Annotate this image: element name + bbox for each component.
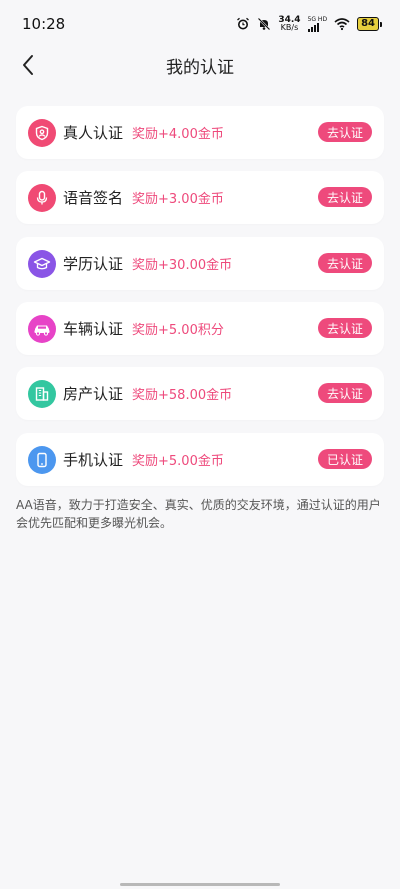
cert-name: 语音签名	[63, 189, 124, 207]
cert-item-vehicle[interactable]: 车辆认证 奖励+5.00积分 去认证	[16, 302, 384, 355]
certified-badge[interactable]: 已认证	[318, 449, 372, 469]
cert-name: 房产认证	[63, 385, 124, 403]
cellular-signal: 5G HD	[307, 16, 328, 32]
alarm-icon	[237, 17, 250, 30]
phone-icon	[28, 445, 56, 474]
cert-reward: 奖励+58.00金币	[132, 388, 233, 403]
cert-reward: 奖励+30.00金币	[132, 258, 233, 273]
nav-bar: 我的认证	[0, 45, 400, 85]
network-speed: 34.4 KB/s	[278, 16, 300, 32]
wifi-icon	[334, 18, 350, 31]
cert-reward: 奖励+5.00积分	[132, 323, 224, 338]
signal-bars-icon	[307, 23, 319, 32]
microphone-icon	[28, 183, 56, 212]
car-icon	[28, 314, 56, 343]
network-speed-unit: KB/s	[280, 23, 299, 32]
page-title: 我的认证	[166, 57, 234, 78]
cert-name: 手机认证	[63, 451, 124, 469]
cert-reward: 奖励+3.00金币	[132, 192, 224, 207]
cert-item-real-person[interactable]: 真人认证 奖励+4.00金币 去认证	[16, 106, 384, 159]
battery-level: 84	[357, 17, 379, 31]
cert-item-phone[interactable]: 手机认证 奖励+5.00金币 已认证	[16, 433, 384, 486]
status-time: 10:28	[22, 15, 66, 33]
back-button[interactable]	[14, 51, 42, 79]
cert-item-voice-signature[interactable]: 语音签名 奖励+3.00金币 去认证	[16, 171, 384, 224]
network-type: 5G HD	[307, 16, 328, 23]
certify-button[interactable]: 去认证	[318, 318, 372, 338]
graduation-cap-icon	[28, 249, 56, 278]
home-indicator[interactable]	[120, 883, 280, 886]
certify-button[interactable]: 去认证	[318, 187, 372, 207]
status-bar: 10:28 34.4 KB/s 5G HD 84	[0, 0, 400, 48]
building-icon	[28, 379, 56, 408]
mute-bell-icon	[258, 17, 271, 31]
cert-name: 真人认证	[63, 124, 124, 142]
certify-button[interactable]: 去认证	[318, 122, 372, 142]
cert-reward: 奖励+4.00金币	[132, 127, 224, 142]
certify-button[interactable]: 去认证	[318, 253, 372, 273]
certification-note: AA语音，致力于打造安全、真实、优质的交友环境，通过认证的用户会优先匹配和更多曝…	[16, 498, 381, 530]
chevron-left-icon	[23, 55, 33, 75]
cert-name: 学历认证	[63, 255, 124, 273]
cert-item-education[interactable]: 学历认证 奖励+30.00金币 去认证	[16, 237, 384, 290]
cert-reward: 奖励+5.00金币	[132, 454, 224, 469]
battery-icon: 84	[357, 17, 382, 31]
person-shield-icon	[28, 118, 56, 147]
certify-button[interactable]: 去认证	[318, 383, 372, 403]
cert-item-property[interactable]: 房产认证 奖励+58.00金币 去认证	[16, 367, 384, 420]
status-icons: 34.4 KB/s 5G HD 84	[236, 16, 382, 32]
cert-name: 车辆认证	[63, 320, 124, 338]
